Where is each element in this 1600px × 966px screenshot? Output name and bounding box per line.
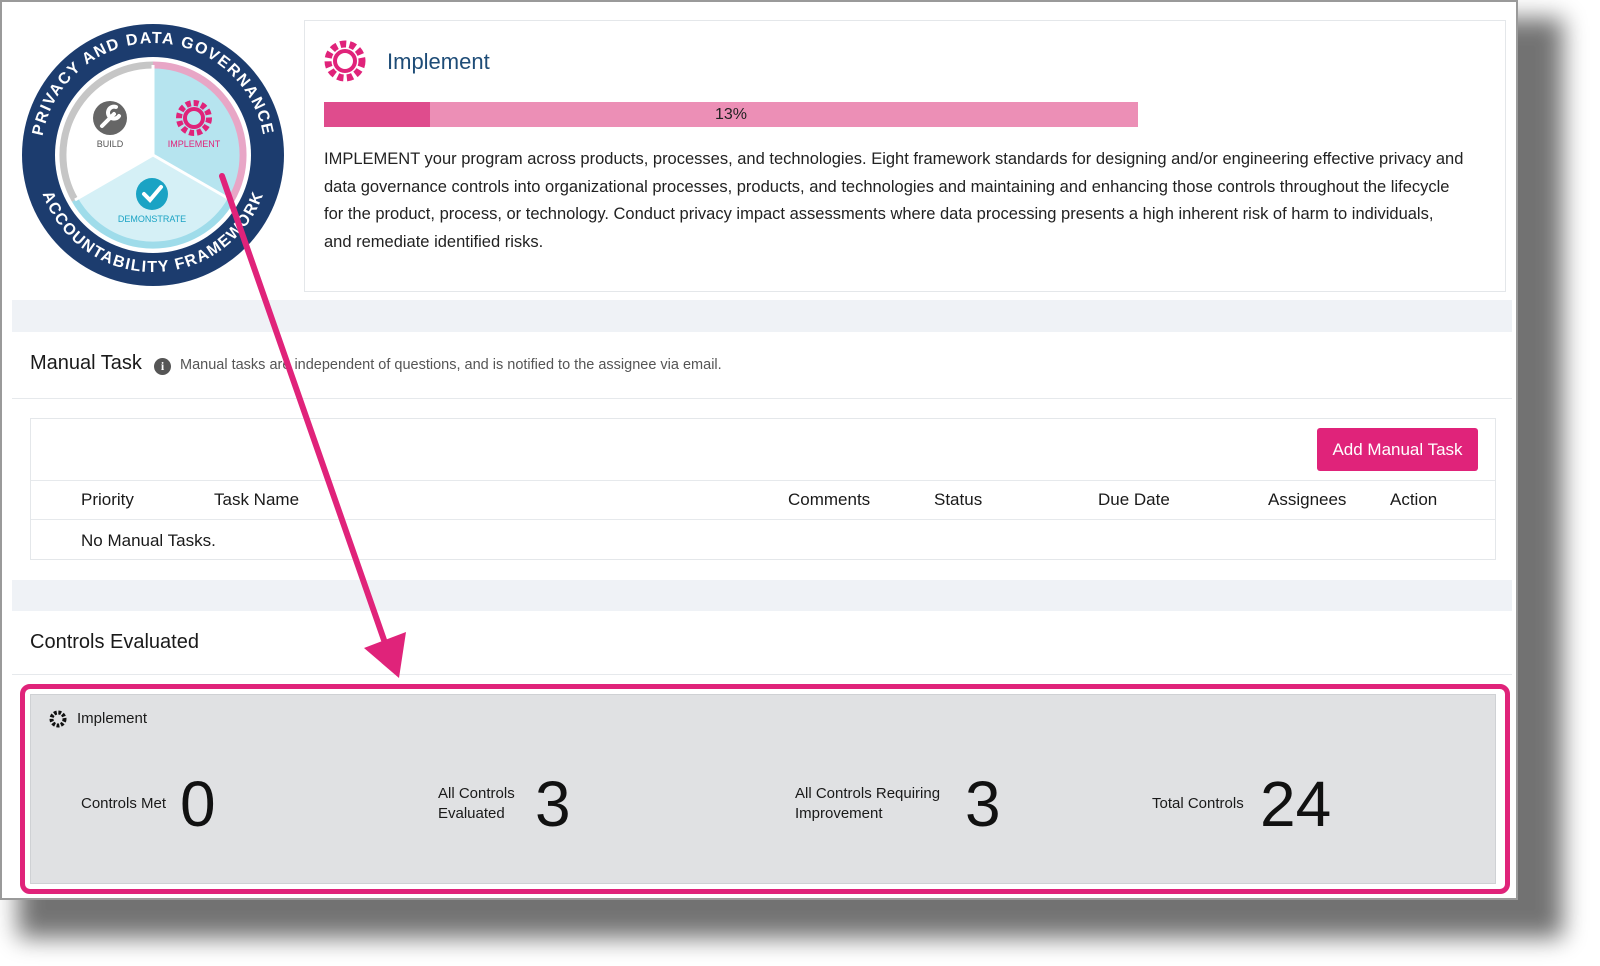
app-window: PRIVACY AND DATA GOVERNANCE ACCOUNTABILI… bbox=[0, 0, 1518, 900]
column-task-name[interactable]: Task Name bbox=[214, 490, 299, 510]
manual-task-table bbox=[30, 418, 1496, 560]
phase-card: Implement 13% IMPLEMENT your program acr… bbox=[304, 20, 1506, 292]
phase-title: Implement bbox=[387, 49, 490, 74]
info-icon[interactable]: i bbox=[154, 358, 171, 375]
manual-task-title: Manual Task bbox=[30, 352, 142, 374]
framework-logo: PRIVACY AND DATA GOVERNANCE ACCOUNTABILI… bbox=[22, 24, 284, 286]
wrench-icon bbox=[93, 101, 127, 135]
check-icon bbox=[136, 178, 168, 210]
divider bbox=[12, 398, 1512, 399]
column-status[interactable]: Status bbox=[934, 490, 982, 510]
logo-demonstrate-label: DEMONSTRATE bbox=[118, 214, 186, 224]
highlight-box bbox=[20, 684, 1510, 894]
empty-state: No Manual Tasks. bbox=[81, 531, 216, 550]
column-action[interactable]: Action bbox=[1390, 490, 1437, 510]
column-due-date[interactable]: Due Date bbox=[1098, 490, 1170, 510]
table-divider bbox=[31, 519, 1495, 520]
phase-description: IMPLEMENT your program across products, … bbox=[324, 150, 1464, 251]
section-separator bbox=[12, 300, 1512, 332]
column-assignees[interactable]: Assignees bbox=[1268, 490, 1346, 510]
add-manual-task-button[interactable]: Add Manual Task bbox=[1317, 428, 1478, 471]
progress-bar: 13% bbox=[324, 102, 1138, 127]
column-priority[interactable]: Priority bbox=[81, 490, 134, 510]
section-separator bbox=[12, 580, 1512, 611]
table-divider bbox=[31, 480, 1495, 481]
logo-implement-label: IMPLEMENT bbox=[168, 139, 221, 149]
logo-build-label: BUILD bbox=[97, 139, 124, 149]
divider bbox=[12, 674, 1512, 675]
column-comments[interactable]: Comments bbox=[788, 490, 870, 510]
gear-icon bbox=[324, 40, 366, 82]
manual-task-hint: Manual tasks are independent of question… bbox=[180, 357, 722, 373]
progress-label: 13% bbox=[714, 106, 748, 123]
controls-evaluated-title: Controls Evaluated bbox=[30, 631, 199, 653]
